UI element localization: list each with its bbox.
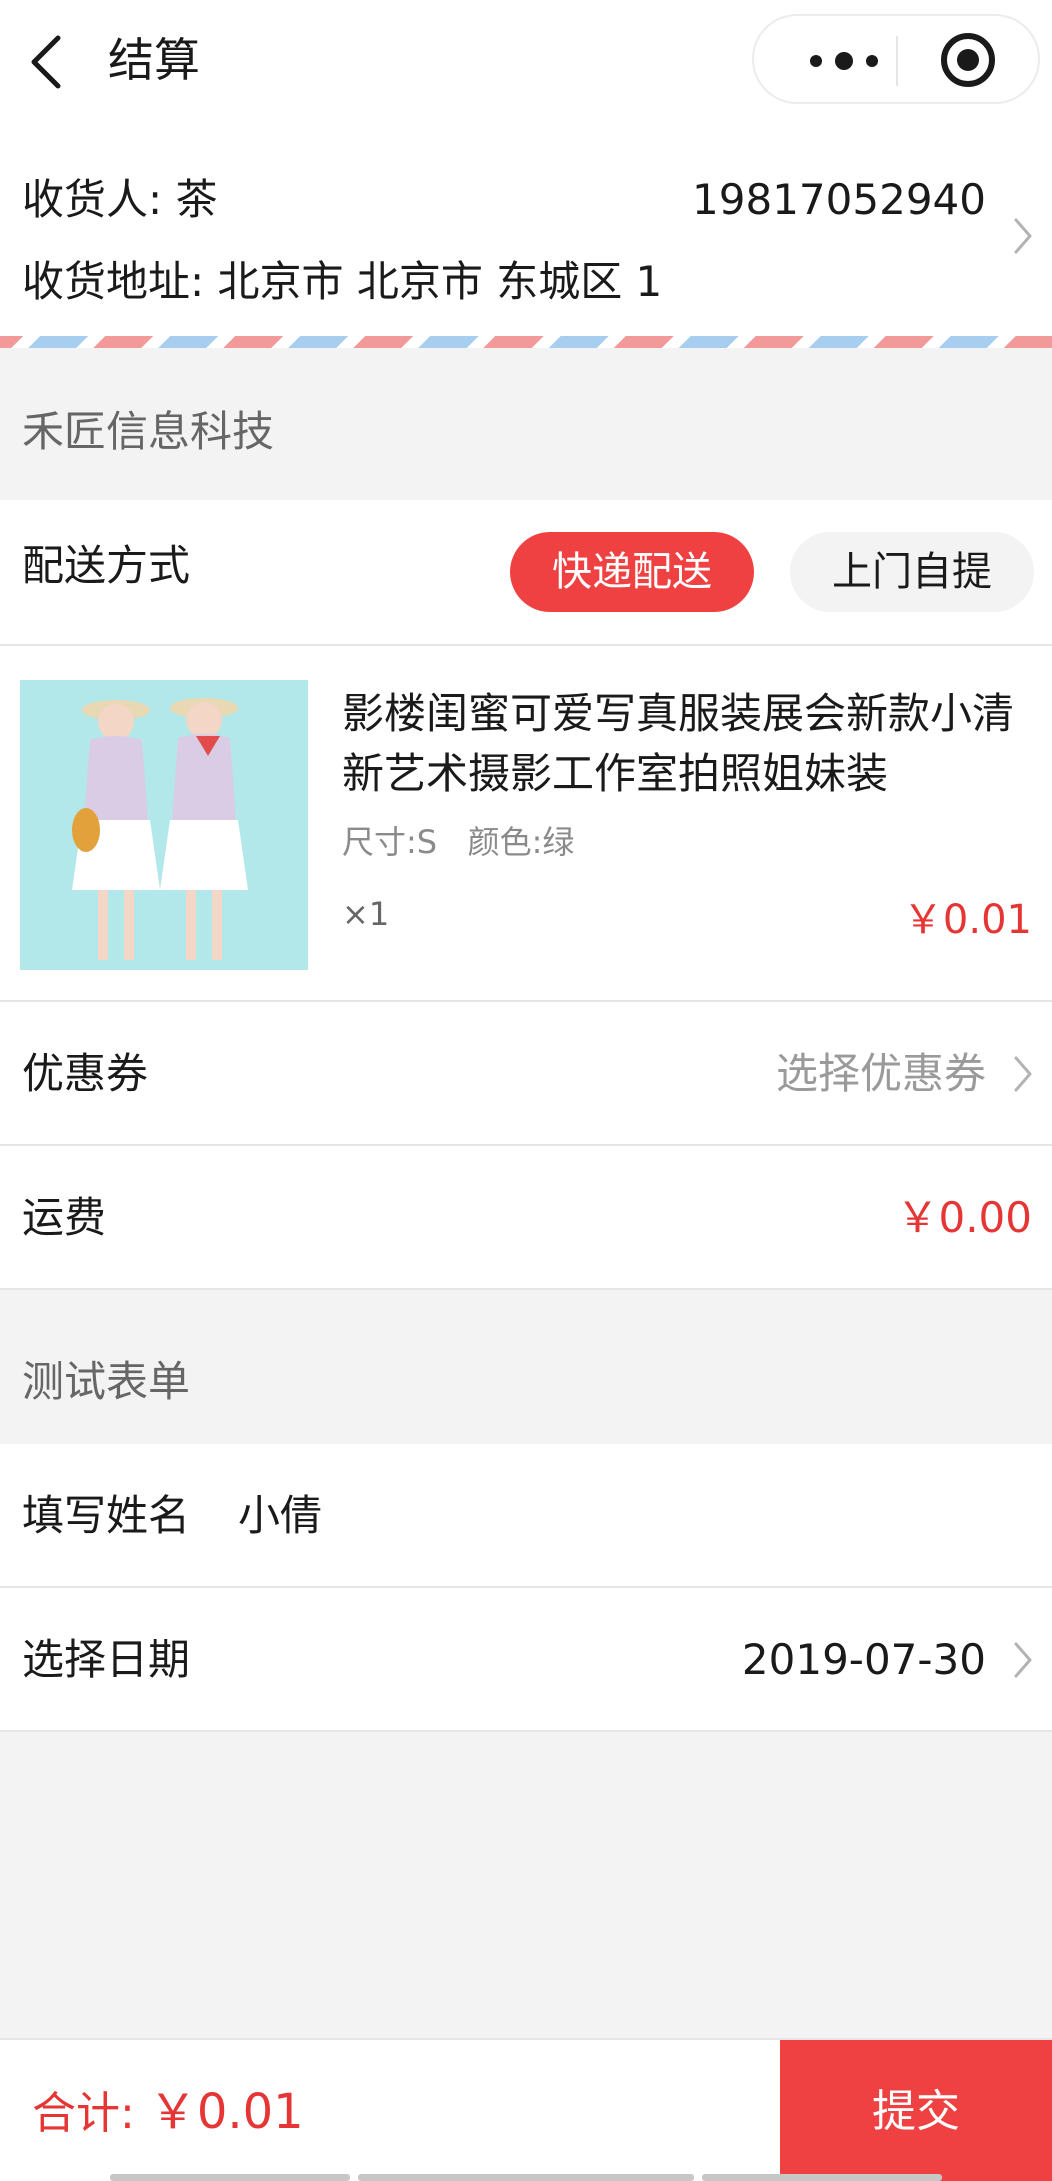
date-field-row[interactable]: 选择日期 2019-07-30 (0, 1588, 1052, 1732)
self-pickup-button[interactable]: 上门自提 (790, 532, 1034, 612)
recipient-phone: 19817052940 (692, 175, 986, 224)
chevron-right-icon (1012, 1054, 1034, 1094)
back-arrow-icon[interactable] (28, 34, 68, 90)
shipping-address: 收货地址: 北京市 北京市 东城区 1 (22, 257, 663, 306)
product-item: 影楼闺蜜可爱写真服装展会新款小清新艺术摄影工作室拍照姐妹装 尺寸:S 颜色:绿 … (0, 646, 1052, 1002)
product-quantity: ×1 (342, 895, 390, 933)
chevron-right-icon (1012, 216, 1034, 256)
delivery-method: 配送方式 快递配送 上门自提 (0, 500, 1052, 646)
shop-name: 禾匠信息科技 (22, 407, 275, 456)
freight-value: ￥0.00 (896, 1193, 1032, 1242)
airmail-stripe (0, 336, 1052, 348)
coupon-label: 优惠券 (22, 1049, 149, 1098)
product-name: 影楼闺蜜可爱写真服装展会新款小清新艺术摄影工作室拍照姐妹装 (342, 689, 1015, 798)
product-price: ￥0.01 (902, 897, 1032, 943)
chevron-right-icon (1012, 1640, 1034, 1680)
checkout-bar: 合计: ￥0.01 提交 (0, 2038, 1052, 2181)
nav-header: 结算 (0, 0, 1052, 132)
recipient-name: 收货人: 茶 (22, 175, 218, 224)
submit-button[interactable]: 提交 (780, 2040, 1052, 2181)
freight-label: 运费 (22, 1193, 107, 1242)
freight-row: 运费 ￥0.00 (0, 1146, 1052, 1290)
coupon-row[interactable]: 优惠券 选择优惠券 (0, 1002, 1052, 1146)
order-total: 合计: ￥0.01 (32, 2082, 304, 2144)
date-field-label: 选择日期 (22, 1635, 191, 1684)
product-spec: 尺寸:S 颜色:绿 (342, 823, 575, 861)
home-indicator (0, 2174, 1052, 2181)
total-label: 合计: (32, 2088, 135, 2139)
address-card[interactable]: 收货人: 茶 19817052940 收货地址: 北京市 北京市 东城区 1 (0, 132, 1052, 348)
form-title: 测试表单 (22, 1357, 191, 1406)
product-image (20, 680, 308, 970)
page-title: 结算 (108, 33, 200, 87)
mini-program-capsule (752, 14, 1040, 104)
date-value: 2019-07-30 (741, 1635, 986, 1684)
total-amount: ￥0.01 (148, 2084, 304, 2140)
name-field-label: 填写姓名 (22, 1491, 191, 1540)
more-dots-icon[interactable] (794, 44, 894, 78)
delivery-label: 配送方式 (22, 541, 191, 590)
close-target-icon[interactable] (918, 30, 1018, 90)
name-field-row: 填写姓名 小倩 (0, 1444, 1052, 1588)
capsule-divider (896, 36, 898, 86)
name-input[interactable]: 小倩 (238, 1486, 322, 1546)
coupon-value: 选择优惠券 (775, 1049, 986, 1098)
express-delivery-button[interactable]: 快递配送 (510, 532, 754, 612)
